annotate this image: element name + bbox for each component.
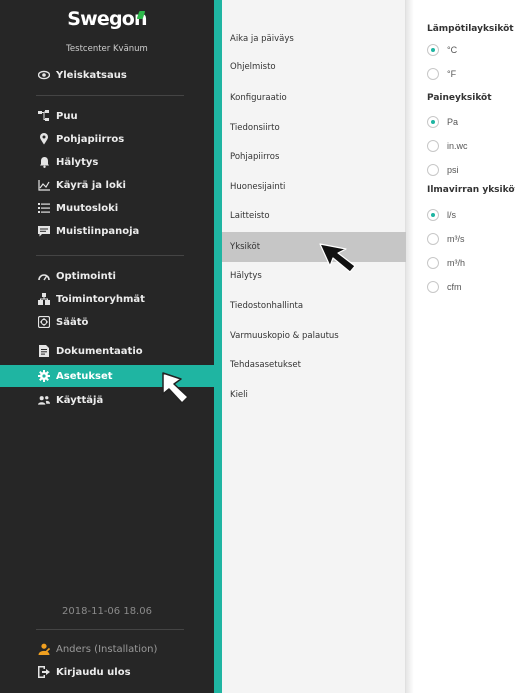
radio-button[interactable] xyxy=(427,68,439,80)
sidebar-item-label: Hälytys xyxy=(56,156,99,168)
settings-submenu: Aika ja päiväys Ohjelmisto Konfiguraatio… xyxy=(222,0,406,693)
radio-button[interactable] xyxy=(427,257,439,269)
radio-label: in.wc xyxy=(447,141,468,151)
bell-icon xyxy=(38,156,50,168)
eye-icon xyxy=(38,69,50,81)
radio-button[interactable] xyxy=(427,233,439,245)
submenu-item-aika-ja-paivays[interactable]: Aika ja päiväys xyxy=(222,25,406,53)
sidebar-item-label: Dokumentaatio xyxy=(56,345,143,357)
radio-button[interactable] xyxy=(427,116,439,128)
document-icon xyxy=(38,345,50,357)
submenu-item-tiedostonhallinta[interactable]: Tiedostonhallinta xyxy=(222,292,406,320)
map-pin-icon xyxy=(38,133,50,145)
submenu-item-yksikot[interactable]: Yksiköt xyxy=(222,232,406,262)
submenu-item-tiedonsiirto[interactable]: Tiedonsiirto xyxy=(222,114,406,142)
airflow-units-title: Ilmavirran yksiköt xyxy=(427,185,515,195)
user-icon xyxy=(38,643,51,655)
logout-icon xyxy=(38,666,50,678)
sidebar-item-pohjapiirros[interactable]: Pohjapiirros xyxy=(0,128,214,150)
sidebar-item-muistiinpanoja[interactable]: Muistiinpanoja xyxy=(0,220,214,242)
submenu-item-huonesijainti[interactable]: Huonesijainti xyxy=(222,173,406,201)
radio-button[interactable] xyxy=(427,164,439,176)
logout-label: Kirjaudu ulos xyxy=(56,666,131,678)
chart-line-icon xyxy=(38,179,50,191)
radio-label: °F xyxy=(447,69,457,79)
temperature-units-title: Lämpötilayksiköt xyxy=(427,24,514,34)
submenu-item-tehdasasetukset[interactable]: Tehdasasetukset xyxy=(222,351,406,379)
radio-button[interactable] xyxy=(427,281,439,293)
sidebar-item-label: Muistiinpanoja xyxy=(56,225,140,237)
tree-icon xyxy=(38,110,50,122)
sidebar-item-halytys[interactable]: Hälytys xyxy=(0,151,214,173)
radio-airflow-cfm[interactable]: cfm xyxy=(427,280,462,294)
mouse-pointer-icon xyxy=(319,243,356,273)
radio-pressure-inwc[interactable]: in.wc xyxy=(427,139,468,153)
sidebar-item-kayra-ja-loki[interactable]: Käyrä ja loki xyxy=(0,174,214,196)
sidebar-item-muutosloki[interactable]: Muutosloki xyxy=(0,197,214,219)
pressure-units-title: Paineyksiköt xyxy=(427,93,492,103)
swegon-logo: Swegon xyxy=(0,8,214,30)
logout-button[interactable]: Kirjaudu ulos xyxy=(0,661,214,683)
sidebar-item-label: Käyttäjä xyxy=(56,394,104,406)
note-icon xyxy=(38,225,50,237)
submenu-item-ohjelmisto[interactable]: Ohjelmisto xyxy=(222,53,406,81)
sidebar-item-label: Yleiskatsaus xyxy=(56,69,127,81)
sidebar-item-saato[interactable]: Säätö xyxy=(0,311,214,333)
sidebar-divider xyxy=(36,95,184,96)
radio-temp-celsius[interactable]: °C xyxy=(427,43,457,57)
sidebar-accent-strip xyxy=(214,0,222,693)
radio-label: l/s xyxy=(447,210,456,220)
datetime-label: 2018-11-06 18.06 xyxy=(62,606,152,617)
list-icon xyxy=(38,202,50,214)
radio-airflow-m3h[interactable]: m³/h xyxy=(427,256,465,270)
sidebar-item-yleiskatsaus[interactable]: Yleiskatsaus xyxy=(0,64,214,86)
sidebar-item-label: Asetukset xyxy=(56,370,113,382)
radio-label: °C xyxy=(447,45,458,55)
radio-label: Pa xyxy=(447,117,459,127)
radio-pressure-pa[interactable]: Pa xyxy=(427,115,458,129)
radio-button[interactable] xyxy=(427,140,439,152)
sidebar-divider xyxy=(36,255,184,256)
submenu-shadow xyxy=(406,0,414,693)
sidebar-item-label: Puu xyxy=(56,110,78,122)
submenu-item-kieli[interactable]: Kieli xyxy=(222,381,406,409)
gauge-icon xyxy=(38,270,50,282)
submenu-item-laitteisto[interactable]: Laitteisto xyxy=(222,202,406,230)
sidebar-item-label: Pohjapiirros xyxy=(56,133,125,145)
submenu-item-varmuuskopio-ja-palautus[interactable]: Varmuuskopio & palautus xyxy=(222,322,406,350)
current-user-label: Anders (Installation) xyxy=(56,643,158,655)
radio-airflow-ls[interactable]: l/s xyxy=(427,208,456,222)
radio-button[interactable] xyxy=(427,44,439,56)
sidebar-item-puu[interactable]: Puu xyxy=(0,105,214,127)
submenu-item-pohjapiirros[interactable]: Pohjapiirros xyxy=(222,143,406,171)
gear-icon xyxy=(38,370,50,382)
sidebar: Swegon Testcenter Kvänum Yleiskatsaus Pu… xyxy=(0,0,214,693)
radio-button[interactable] xyxy=(427,209,439,221)
mouse-pointer-icon xyxy=(162,372,189,404)
sidebar-item-label: Optimointi xyxy=(56,270,116,282)
sidebar-item-label: Käyrä ja loki xyxy=(56,179,126,191)
radio-airflow-m3s[interactable]: m³/s xyxy=(427,232,465,246)
radio-label: cfm xyxy=(447,282,462,292)
sidebar-item-label: Toimintoryhmät xyxy=(56,293,145,305)
sidebar-divider xyxy=(36,629,184,630)
logo-text: Swegon xyxy=(67,8,147,30)
sidebar-item-dokumentaatio[interactable]: Dokumentaatio xyxy=(0,340,214,362)
radio-label: psi xyxy=(447,165,459,175)
radio-temp-fahrenheit[interactable]: °F xyxy=(427,67,456,81)
submenu-item-konfiguraatio[interactable]: Konfiguraatio xyxy=(222,84,406,112)
submenu-item-halytys[interactable]: Hälytys xyxy=(222,262,406,290)
radio-label: m³/s xyxy=(447,234,465,244)
group-icon xyxy=(38,293,50,305)
control-icon xyxy=(38,316,50,328)
current-user[interactable]: Anders (Installation) xyxy=(0,638,214,660)
sidebar-item-label: Säätö xyxy=(56,316,89,328)
radio-pressure-psi[interactable]: psi xyxy=(427,163,459,177)
users-icon xyxy=(38,394,50,406)
sidebar-item-toimintoryhmat[interactable]: Toimintoryhmät xyxy=(0,288,214,310)
sidebar-item-label: Muutosloki xyxy=(56,202,119,214)
radio-label: m³/h xyxy=(447,258,465,268)
site-name: Testcenter Kvänum xyxy=(66,44,148,54)
sidebar-item-optimointi[interactable]: Optimointi xyxy=(0,265,214,287)
